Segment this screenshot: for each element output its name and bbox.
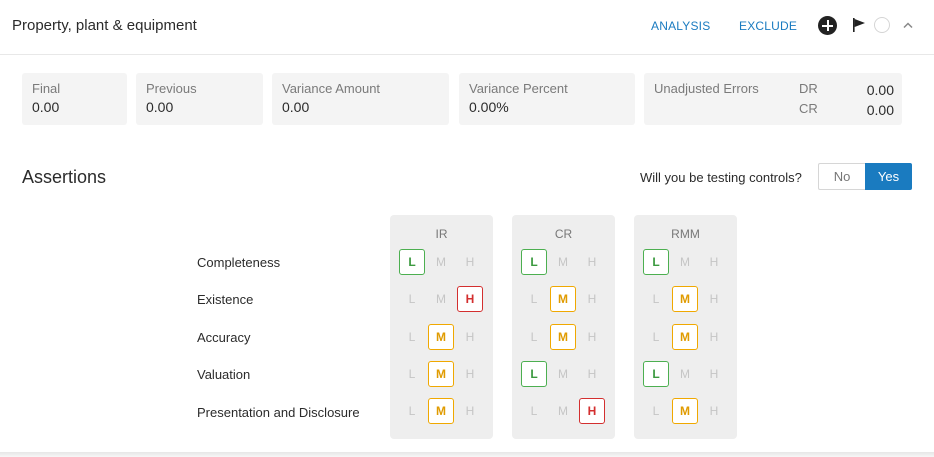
rating-cell-m[interactable]: M	[550, 324, 576, 350]
rating-cell-h[interactable]: H	[701, 286, 727, 312]
risk-panel-ir: IR LMHLMHLMHLMHLMH	[390, 215, 493, 439]
rating-cell-l[interactable]: L	[521, 286, 547, 312]
rating-cell-m[interactable]: M	[672, 398, 698, 424]
summary-label: Variance Amount	[282, 81, 381, 96]
rating-cell-l[interactable]: L	[521, 398, 547, 424]
rating-cell-h[interactable]: H	[701, 249, 727, 275]
rating-cell-l[interactable]: L	[521, 249, 547, 275]
rating-cell-m[interactable]: M	[428, 249, 454, 275]
rating-cell-m[interactable]: M	[428, 361, 454, 387]
circle-icon[interactable]	[874, 17, 890, 33]
risk-panel-rmm: RMM LMHLMHLMHLMHLMH	[634, 215, 737, 439]
rating-cell-m[interactable]: M	[428, 324, 454, 350]
section-bottom-edge	[0, 452, 934, 457]
cr-value: 0.00	[866, 102, 894, 118]
plus-circle-icon[interactable]	[818, 16, 837, 35]
rating-cell-h[interactable]: H	[457, 398, 483, 424]
rating-cell-h[interactable]: H	[457, 361, 483, 387]
rating-cell-h[interactable]: H	[701, 324, 727, 350]
rating-cell-h[interactable]: H	[457, 324, 483, 350]
rating-cell-m[interactable]: M	[672, 361, 698, 387]
rating-cell-h[interactable]: H	[701, 361, 727, 387]
rating-cell-l[interactable]: L	[521, 361, 547, 387]
dr-label: DR	[799, 81, 818, 96]
rating-cell-l[interactable]: L	[643, 398, 669, 424]
panel-title: IR	[435, 227, 448, 241]
rating-cell-m[interactable]: M	[672, 286, 698, 312]
summary-label: Previous	[146, 81, 197, 96]
rating-cell-h[interactable]: H	[579, 286, 605, 312]
summary-label: Final	[32, 81, 61, 96]
assertion-label-accuracy: Accuracy	[197, 330, 251, 345]
rating-cell-h[interactable]: H	[579, 249, 605, 275]
assertion-label-presentation: Presentation and Disclosure	[197, 405, 360, 420]
summary-value: 0.00	[282, 99, 310, 115]
risk-panel-cr: CR LMHLMHLMHLMHLMH	[512, 215, 615, 439]
section-header: Property, plant & equipment ANALYSIS EXC…	[0, 0, 934, 55]
rating-cell-m[interactable]: M	[550, 398, 576, 424]
rating-cell-h[interactable]: H	[579, 361, 605, 387]
panel-title: CR	[554, 227, 573, 241]
rating-cell-l[interactable]: L	[399, 286, 425, 312]
assertions-title: Assertions	[22, 167, 107, 187]
rating-cell-l[interactable]: L	[399, 249, 425, 275]
panel-title: RMM	[671, 227, 700, 241]
rating-cell-m[interactable]: M	[550, 286, 576, 312]
rating-cell-h[interactable]: H	[579, 324, 605, 350]
assertion-label-completeness: Completeness	[197, 255, 281, 270]
summary-value: 0.00	[32, 99, 60, 115]
summary-value: 0.00%	[469, 99, 509, 115]
rating-cell-l[interactable]: L	[643, 249, 669, 275]
toggle-yes-button[interactable]: Yes	[865, 163, 912, 190]
chevron-up-icon[interactable]	[902, 21, 914, 29]
summary-final: Final 0.00	[22, 73, 127, 125]
rating-cell-m[interactable]: M	[550, 361, 576, 387]
testing-controls-question: Will you be testing controls?	[640, 170, 802, 185]
rating-cell-m[interactable]: M	[672, 249, 698, 275]
rating-cell-h[interactable]: H	[457, 286, 483, 312]
rating-cell-m[interactable]: M	[550, 249, 576, 275]
exclude-link[interactable]: EXCLUDE	[739, 19, 797, 33]
analysis-link[interactable]: ANALYSIS	[651, 19, 710, 33]
rating-cell-h[interactable]: H	[701, 398, 727, 424]
assertion-label-existence: Existence	[197, 292, 254, 307]
rating-cell-m[interactable]: M	[428, 398, 454, 424]
rating-cell-m[interactable]: M	[428, 286, 454, 312]
summary-label: Variance Percent	[469, 81, 568, 96]
summary-previous: Previous 0.00	[136, 73, 263, 125]
rating-cell-h[interactable]: H	[579, 398, 605, 424]
rating-cell-l[interactable]: L	[643, 324, 669, 350]
rating-cell-l[interactable]: L	[399, 324, 425, 350]
toggle-no-button[interactable]: No	[818, 163, 865, 190]
section-title: Property, plant & equipment	[12, 17, 197, 34]
rating-cell-l[interactable]: L	[643, 286, 669, 312]
rating-cell-l[interactable]: L	[521, 324, 547, 350]
rating-cell-l[interactable]: L	[643, 361, 669, 387]
summary-variance-percent: Variance Percent 0.00%	[459, 73, 635, 125]
summary-variance-amount: Variance Amount 0.00	[272, 73, 449, 125]
rating-cell-m[interactable]: M	[672, 324, 698, 350]
rating-cell-l[interactable]: L	[399, 398, 425, 424]
summary-value: 0.00	[146, 99, 174, 115]
dr-value: 0.00	[866, 82, 894, 98]
assertion-label-valuation: Valuation	[197, 367, 251, 382]
rating-cell-l[interactable]: L	[399, 361, 425, 387]
flag-icon[interactable]	[851, 17, 867, 33]
cr-label: CR	[799, 101, 818, 116]
unadjusted-errors-label: Unadjusted Errors	[654, 81, 759, 96]
summary-unadjusted-errors: Unadjusted Errors DR 0.00 CR 0.00	[644, 73, 902, 125]
rating-cell-h[interactable]: H	[457, 249, 483, 275]
